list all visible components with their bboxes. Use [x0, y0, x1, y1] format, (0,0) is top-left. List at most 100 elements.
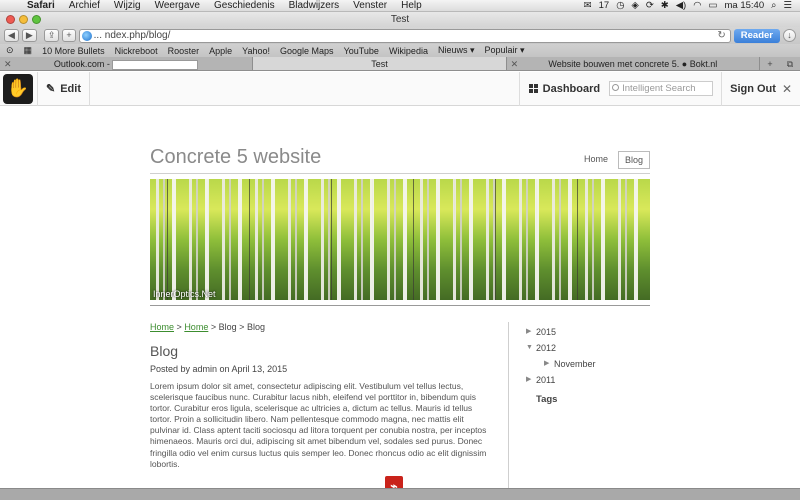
breadcrumb-sep: >: [239, 322, 245, 332]
menu-wijzig[interactable]: Wijzig: [107, 0, 148, 11]
tab-bar: ✕ Outlook.com - Test ✕ Website bouwen me…: [0, 57, 800, 71]
wifi-icon[interactable]: ◠: [693, 0, 701, 11]
share-button[interactable]: ⇪: [43, 29, 60, 42]
breadcrumb-home-link[interactable]: Home: [150, 322, 174, 332]
bookmark-item[interactable]: Yahoo!: [242, 46, 270, 56]
bookmark-item[interactable]: Wikipedia: [389, 46, 428, 56]
breadcrumb-current: Blog: [246, 322, 265, 332]
archive-label[interactable]: 2015: [536, 327, 556, 337]
dashboard-button[interactable]: Dashboard: [518, 71, 609, 106]
tags-heading: Tags: [536, 394, 558, 405]
close-icon[interactable]: ✕: [782, 82, 792, 96]
site-title[interactable]: Concrete 5 website: [150, 146, 321, 169]
battery-icon[interactable]: ▭: [709, 0, 718, 11]
search-icon: [612, 84, 620, 91]
archive-sidebar: ▶ 2015 ▼ 2012 ▶ November ▶ 2011 Tags: [526, 324, 650, 405]
top-sites-icon[interactable]: ▦: [24, 45, 33, 56]
window-bottom-bar: [0, 488, 800, 500]
tab-label[interactable]: Outlook.com -: [54, 59, 110, 69]
window-titlebar: Test: [0, 12, 800, 27]
bookmark-folder[interactable]: Populair ▾: [484, 45, 524, 56]
edit-button[interactable]: ✎ Edit: [37, 71, 90, 106]
expand-icon[interactable]: ▶: [526, 324, 531, 340]
bookmark-folder[interactable]: Nieuws ▾: [438, 45, 475, 56]
tab-outlook[interactable]: ✕ Outlook.com -: [0, 57, 254, 70]
clock-icon[interactable]: ◷: [616, 0, 624, 11]
bookmark-item[interactable]: Rooster: [168, 46, 200, 56]
back-button[interactable]: ◀: [4, 29, 19, 42]
hero-image: InnerOptics.Net: [150, 179, 650, 300]
dropbox-icon[interactable]: ◈: [632, 0, 639, 11]
bookmark-item[interactable]: YouTube: [344, 46, 379, 56]
sign-out-button[interactable]: Sign Out ✕: [721, 71, 800, 106]
bluetooth-icon[interactable]: ✱: [661, 0, 669, 11]
clock-text[interactable]: ma 15:40: [725, 0, 765, 11]
tab-label[interactable]: Website bouwen met concrete 5. ● Bokt.nl: [548, 59, 717, 69]
bookmark-item[interactable]: 10 More Bullets: [42, 46, 105, 56]
menu-safari[interactable]: Safari: [20, 0, 62, 11]
reader-button[interactable]: Reader: [733, 28, 780, 43]
nav-home[interactable]: Home: [578, 151, 614, 169]
minimize-window-icon[interactable]: [19, 15, 28, 24]
menu-help[interactable]: Help: [394, 0, 429, 11]
archive-item-2015[interactable]: ▶ 2015: [526, 324, 650, 340]
sync-icon[interactable]: ⟳: [646, 0, 654, 11]
archive-label[interactable]: November: [554, 359, 596, 369]
bookmark-item[interactable]: Google Maps: [280, 46, 334, 56]
sign-out-label[interactable]: Sign Out: [730, 83, 776, 95]
pencil-icon: ✎: [46, 83, 56, 95]
breadcrumb-home-link[interactable]: Home: [184, 322, 208, 332]
tab-test[interactable]: Test: [253, 57, 507, 70]
archive-item-2011[interactable]: ▶ 2011: [526, 372, 650, 388]
page-title: Blog: [150, 343, 179, 359]
reading-list-icon[interactable]: ⊙: [6, 45, 14, 56]
reload-icon[interactable]: ↻: [717, 30, 725, 42]
edit-label[interactable]: Edit: [60, 83, 81, 95]
concrete5-logo-icon[interactable]: ✋: [3, 73, 33, 104]
intelligent-search-input[interactable]: Intelligent Search: [609, 81, 714, 96]
menu-bladwijzers[interactable]: Bladwijzers: [282, 0, 347, 11]
search-placeholder[interactable]: Intelligent Search: [622, 83, 695, 94]
nav-blog[interactable]: Blog: [617, 151, 650, 169]
archive-label[interactable]: 2011: [536, 375, 555, 385]
dashboard-grid-icon: [528, 84, 538, 93]
expand-icon[interactable]: ▶: [526, 372, 531, 388]
top-navigation: Home Blog: [578, 151, 650, 169]
expand-icon[interactable]: ▶: [544, 356, 549, 372]
notification-badge[interactable]: 17: [599, 0, 610, 11]
volume-icon[interactable]: ◀): [676, 0, 686, 11]
bookmarks-bar: ⊙ ▦ 10 More Bullets Nickreboot Rooster A…: [0, 44, 800, 57]
zoom-window-icon[interactable]: [32, 15, 41, 24]
close-tab-icon[interactable]: ✕: [511, 57, 519, 70]
forward-button[interactable]: ▶: [21, 29, 37, 42]
address-bar[interactable]: ... ndex.php/blog/ ↻: [78, 28, 731, 43]
address-text[interactable]: ... ndex.php/blog/: [94, 30, 171, 41]
menu-archief[interactable]: Archief: [62, 0, 107, 11]
tab-overview-icon[interactable]: ⧉: [780, 57, 800, 70]
breadcrumb-sep: >: [210, 322, 217, 332]
collapse-icon[interactable]: ▼: [526, 340, 533, 356]
dashboard-label[interactable]: Dashboard: [543, 83, 600, 95]
close-tab-icon[interactable]: ✕: [4, 57, 12, 70]
menu-weergave[interactable]: Weergave: [148, 0, 207, 11]
breadcrumb-item: Blog: [218, 322, 237, 332]
mail-icon[interactable]: ✉: [584, 0, 592, 11]
new-tab-button[interactable]: +: [62, 29, 76, 42]
menu-geschiedenis[interactable]: Geschiedenis: [207, 0, 282, 11]
menu-venster[interactable]: Venster: [346, 0, 394, 11]
notification-center-icon[interactable]: ☰: [783, 0, 792, 11]
post-meta: Posted by admin on April 13, 2015: [150, 364, 288, 374]
add-tab-icon[interactable]: +: [760, 57, 780, 70]
cms-toolbar-right: Dashboard Intelligent Search Sign Out ✕: [518, 71, 800, 106]
bookmark-item[interactable]: Apple: [209, 46, 232, 56]
archive-item-november[interactable]: ▶ November: [536, 356, 650, 372]
spotlight-icon[interactable]: ⌕: [771, 0, 776, 11]
close-window-icon[interactable]: [6, 15, 15, 24]
tab-label[interactable]: Test: [371, 59, 388, 69]
downloads-icon[interactable]: ↓: [783, 29, 796, 42]
archive-label[interactable]: 2012: [536, 343, 556, 353]
archive-item-2012[interactable]: ▼ 2012: [526, 340, 650, 356]
bookmark-item[interactable]: Nickreboot: [115, 46, 158, 56]
menubar: Safari Archief Wijzig Weergave Geschiede…: [0, 0, 800, 12]
tab-bokt[interactable]: ✕ Website bouwen met concrete 5. ● Bokt.…: [507, 57, 760, 70]
